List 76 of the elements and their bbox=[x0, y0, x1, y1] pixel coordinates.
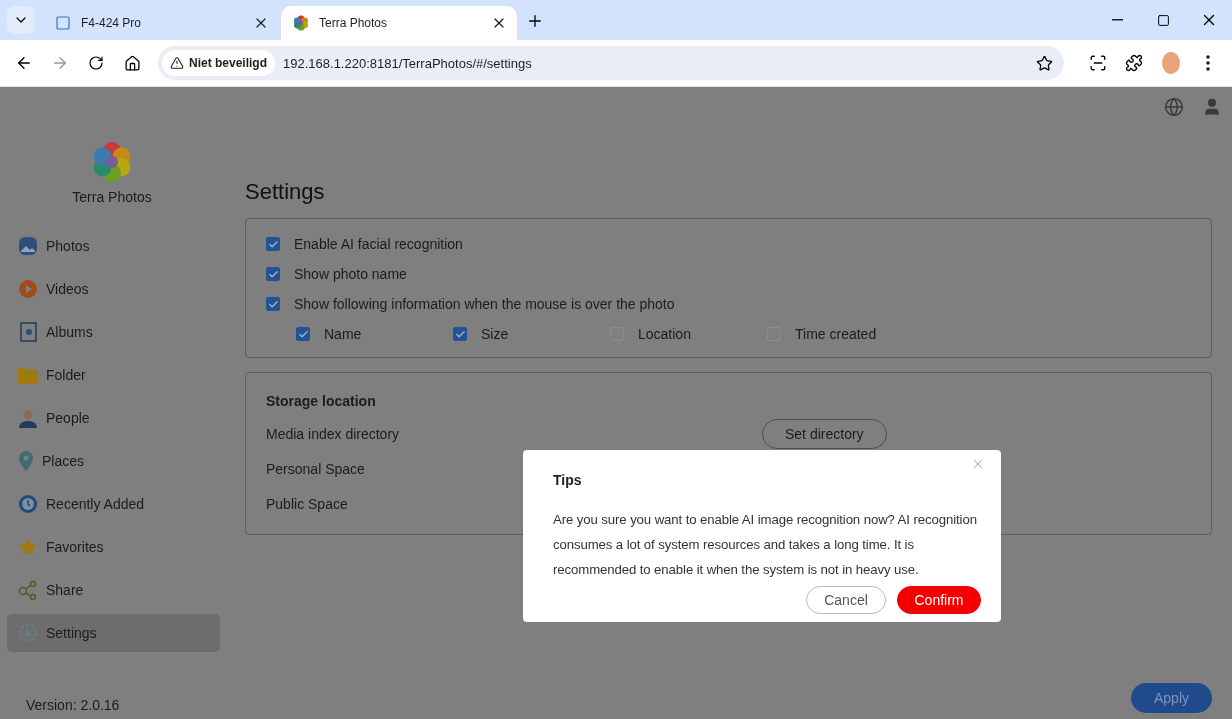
menu-icon bbox=[1206, 55, 1210, 71]
maximize-icon bbox=[1156, 13, 1170, 27]
option-label: Size bbox=[481, 326, 509, 342]
storage-label: Personal Space bbox=[266, 461, 366, 477]
window-icon bbox=[55, 15, 71, 31]
storage-label: Media index directory bbox=[266, 426, 401, 442]
apply-button[interactable]: Apply bbox=[1131, 683, 1212, 713]
app-name: Terra Photos bbox=[72, 189, 152, 205]
checkbox[interactable] bbox=[266, 237, 280, 251]
check-icon bbox=[454, 328, 466, 340]
pin-icon bbox=[18, 451, 34, 471]
option-label: Name bbox=[324, 326, 362, 342]
sidebar-item[interactable]: Settings bbox=[7, 614, 220, 652]
option-label: Time created bbox=[795, 326, 877, 342]
sidebar-item[interactable]: People bbox=[7, 399, 220, 437]
check-icon bbox=[267, 238, 279, 250]
cancel-button[interactable]: Cancel bbox=[806, 586, 886, 614]
clock-icon bbox=[18, 494, 38, 514]
warning-icon bbox=[170, 56, 184, 70]
check-icon bbox=[267, 298, 279, 310]
flower-icon bbox=[293, 15, 309, 31]
section-title: Storage location bbox=[266, 393, 377, 409]
check-icon bbox=[267, 268, 279, 280]
album-icon bbox=[18, 322, 38, 342]
address-bar[interactable]: Niet beveiligd 192.168.1.220:8181/TerraPhotos/#/settings bbox=[158, 46, 1064, 80]
sidebar-item[interactable]: Folder bbox=[7, 356, 220, 394]
photo-icon bbox=[18, 236, 38, 256]
sidebar-item[interactable]: Photos bbox=[7, 227, 220, 265]
version-text: Version: 2.0.16 bbox=[26, 697, 121, 713]
sidebar-item[interactable]: Favorites bbox=[7, 528, 220, 566]
option-label: Location bbox=[638, 326, 691, 342]
browser-tab[interactable]: Terra Photos bbox=[281, 6, 517, 40]
option-label: Show photo name bbox=[294, 266, 407, 282]
user-icon bbox=[1202, 97, 1222, 117]
star-icon bbox=[1035, 54, 1053, 72]
person-icon bbox=[18, 408, 38, 428]
check-icon bbox=[297, 328, 309, 340]
folder-icon bbox=[18, 366, 38, 384]
dialog-title: Tips bbox=[553, 472, 583, 488]
screen-capture-icon bbox=[1089, 54, 1107, 72]
close-icon bbox=[971, 457, 985, 471]
dialog-message: Are you sure you want to enable AI image recognition now? AI recognition consumes a lot of system resources and takes a long time. It is recommended to enable it when the system is not in heavy use. bbox=[553, 511, 978, 579]
checkbox[interactable] bbox=[296, 327, 310, 341]
minimize-icon bbox=[1111, 19, 1123, 21]
browser-tab[interactable]: F4-424 Pro bbox=[43, 6, 279, 40]
url-text: 192.168.1.220:8181/TerraPhotos/#/settings bbox=[283, 55, 533, 71]
sidebar-item[interactable]: Albums bbox=[7, 313, 220, 351]
plus-icon bbox=[526, 12, 544, 30]
tab-title: F4-424 Pro bbox=[81, 16, 143, 30]
checkbox[interactable] bbox=[266, 267, 280, 281]
app-logo bbox=[91, 141, 133, 183]
star-icon bbox=[18, 537, 38, 557]
sidebar-item[interactable]: Videos bbox=[7, 270, 220, 308]
checkbox[interactable] bbox=[453, 327, 467, 341]
sidebar-item[interactable]: Places bbox=[7, 442, 220, 480]
share-icon bbox=[18, 580, 38, 600]
tab-search-button[interactable] bbox=[7, 6, 35, 34]
forward-arrow-icon bbox=[51, 54, 69, 72]
security-chip[interactable]: Niet beveiligd bbox=[162, 50, 276, 76]
tab-title: Terra Photos bbox=[319, 16, 389, 30]
checkbox[interactable] bbox=[266, 297, 280, 311]
globe-icon bbox=[1164, 97, 1184, 117]
option-label: Show following information when the mouse is over the photo bbox=[294, 296, 675, 312]
option-label: Enable AI facial recognition bbox=[294, 236, 463, 252]
sidebar-item[interactable]: Share bbox=[7, 571, 220, 609]
home-icon bbox=[123, 54, 141, 72]
security-label: Niet beveiligd bbox=[189, 56, 268, 70]
storage-label: Public Space bbox=[266, 496, 349, 512]
play-icon bbox=[18, 279, 38, 299]
reload-icon bbox=[88, 55, 104, 71]
close-button[interactable] bbox=[971, 457, 985, 471]
confirm-button[interactable]: Confirm bbox=[897, 586, 981, 614]
page-title: Settings bbox=[245, 179, 326, 205]
puzzle-icon bbox=[1125, 54, 1143, 72]
sidebar-item[interactable]: Recently Added bbox=[7, 485, 220, 523]
profile-avatar[interactable] bbox=[1162, 52, 1180, 74]
